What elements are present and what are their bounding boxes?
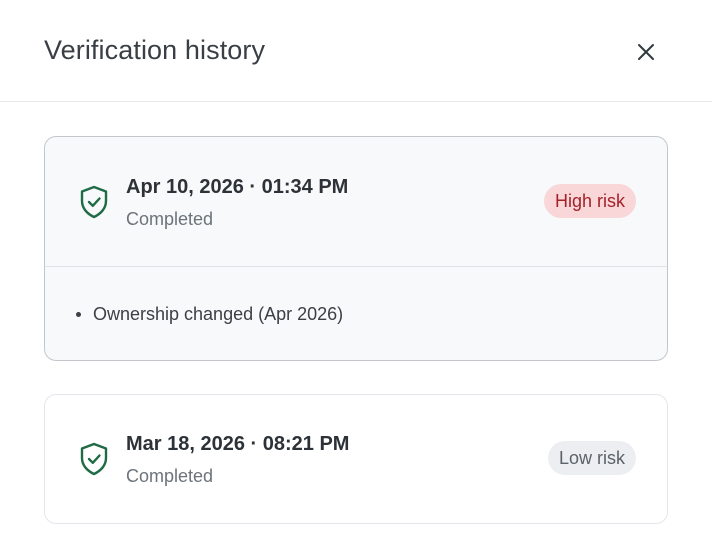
panel-header: Verification history (0, 0, 712, 102)
entry-datetime: Apr 10, 2026 · 01:34 PM (126, 176, 349, 198)
detail-text: Ownership changed (Apr 2026) (93, 304, 344, 324)
shield-check-icon (80, 185, 108, 219)
detail-item: Ownership changed (Apr 2026) (76, 301, 343, 327)
risk-badge: Low risk (547, 441, 636, 475)
entry-status: Completed (126, 466, 214, 486)
risk-badge: High risk (543, 184, 636, 218)
entry-header[interactable]: Apr 10, 2026 · 01:34 PM Completed High r… (45, 137, 667, 267)
entry-status: Completed (126, 209, 214, 229)
entry-header[interactable]: Mar 18, 2026 · 08:21 PM Completed Low ri… (45, 395, 667, 525)
verification-history-panel: Verification history Apr 10, 2026 · 01:3… (0, 0, 712, 560)
close-icon (638, 44, 654, 60)
bullet-icon (76, 311, 81, 317)
panel-title: Verification history (44, 35, 266, 65)
verification-entry[interactable]: Apr 10, 2026 · 01:34 PM Completed High r… (44, 136, 668, 361)
shield-check-icon (80, 442, 108, 476)
verification-entry[interactable]: Mar 18, 2026 · 08:21 PM Completed Low ri… (44, 394, 668, 524)
entry-details: Ownership changed (Apr 2026) (76, 301, 343, 327)
entry-datetime: Mar 18, 2026 · 08:21 PM (126, 433, 350, 455)
close-button[interactable] (628, 34, 664, 70)
